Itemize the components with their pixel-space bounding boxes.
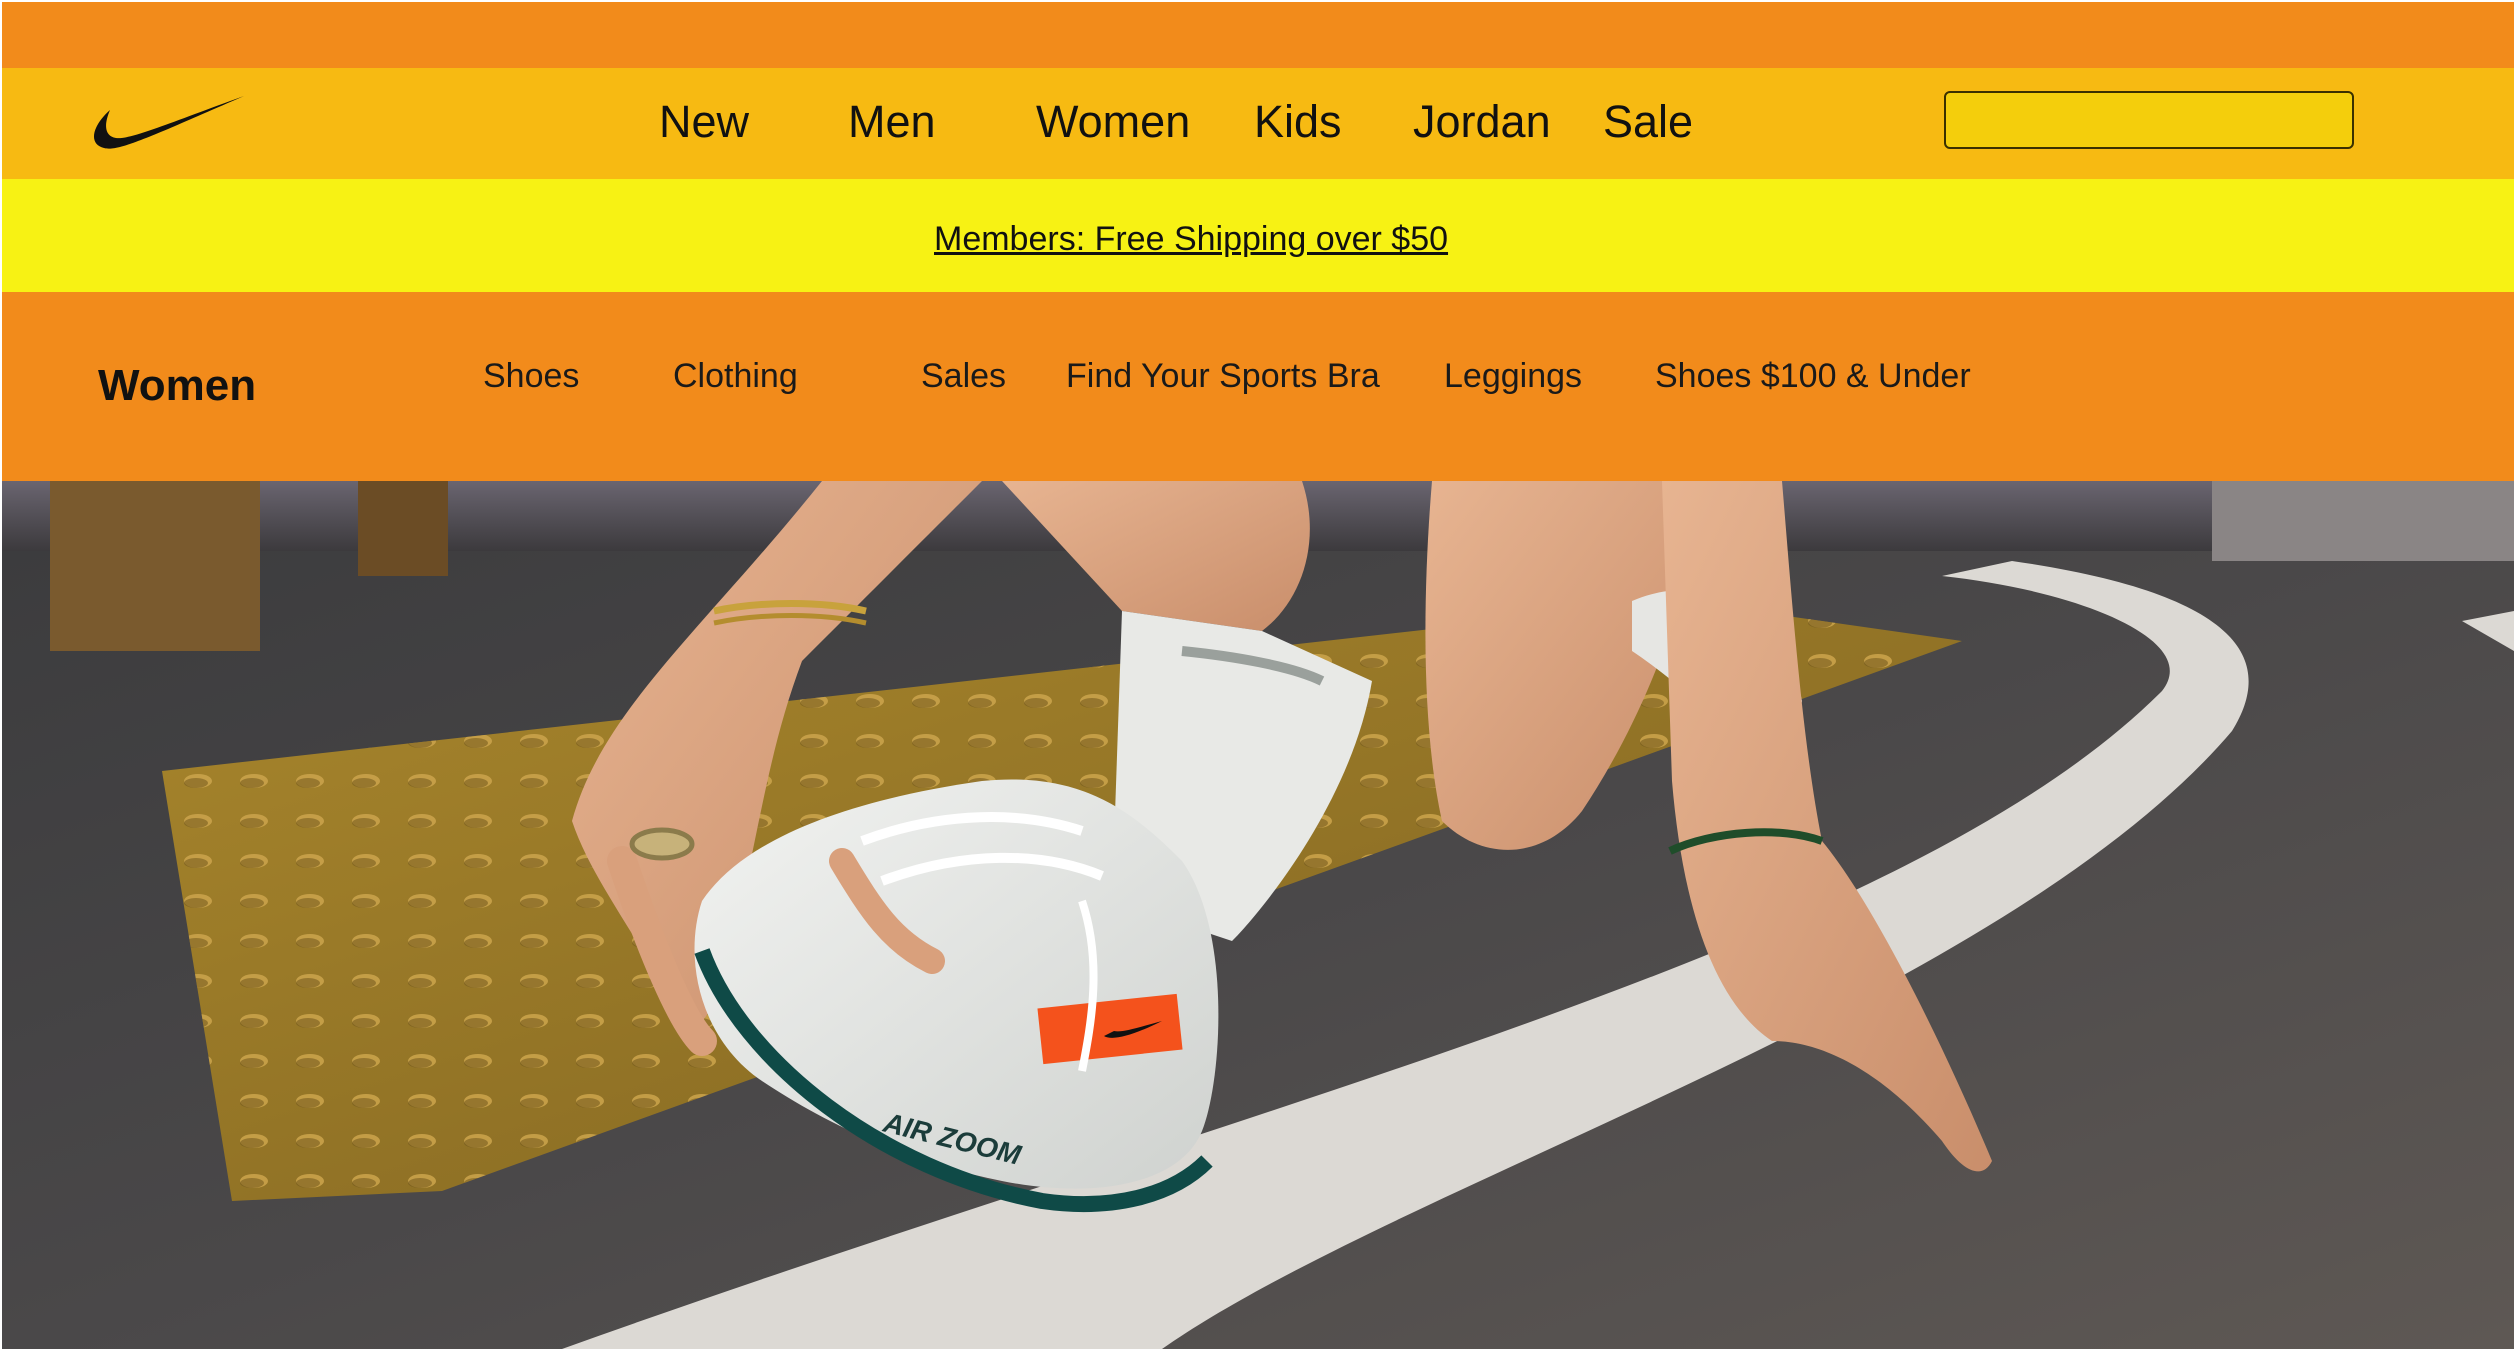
hero-image[interactable]: AIR ZOOM bbox=[2, 481, 2514, 1349]
sub-nav-item-shoes[interactable]: Shoes bbox=[483, 354, 579, 398]
promo-link[interactable]: Members: Free Shipping over $50 bbox=[934, 218, 1448, 260]
sub-nav-item-sales[interactable]: Sales bbox=[921, 354, 1006, 398]
nav-item-sale[interactable]: Sale bbox=[1603, 92, 1693, 152]
sub-nav-item-leggings[interactable]: Leggings bbox=[1444, 354, 1582, 398]
nav-item-kids[interactable]: Kids bbox=[1254, 92, 1342, 152]
nav-item-women[interactable]: Women bbox=[1036, 92, 1190, 152]
sub-nav-title: Women bbox=[98, 361, 257, 410]
search-input[interactable] bbox=[1944, 91, 2354, 149]
swoosh-logo-icon[interactable] bbox=[82, 92, 244, 150]
nav-item-jordan[interactable]: Jordan bbox=[1413, 92, 1551, 152]
page: New Men Women Kids Jordan Sale Members: … bbox=[0, 0, 2516, 1349]
nav-item-men[interactable]: Men bbox=[848, 92, 936, 152]
sub-nav-item-clothing[interactable]: Clothing bbox=[673, 354, 798, 398]
sub-nav-item-shoes-100-under[interactable]: Shoes $100 & Under bbox=[1655, 354, 1971, 398]
top-strip bbox=[2, 2, 2514, 68]
nav-item-new[interactable]: New bbox=[659, 92, 749, 152]
sub-nav-item-find-your-sports-bra[interactable]: Find Your Sports Bra bbox=[1066, 354, 1380, 398]
